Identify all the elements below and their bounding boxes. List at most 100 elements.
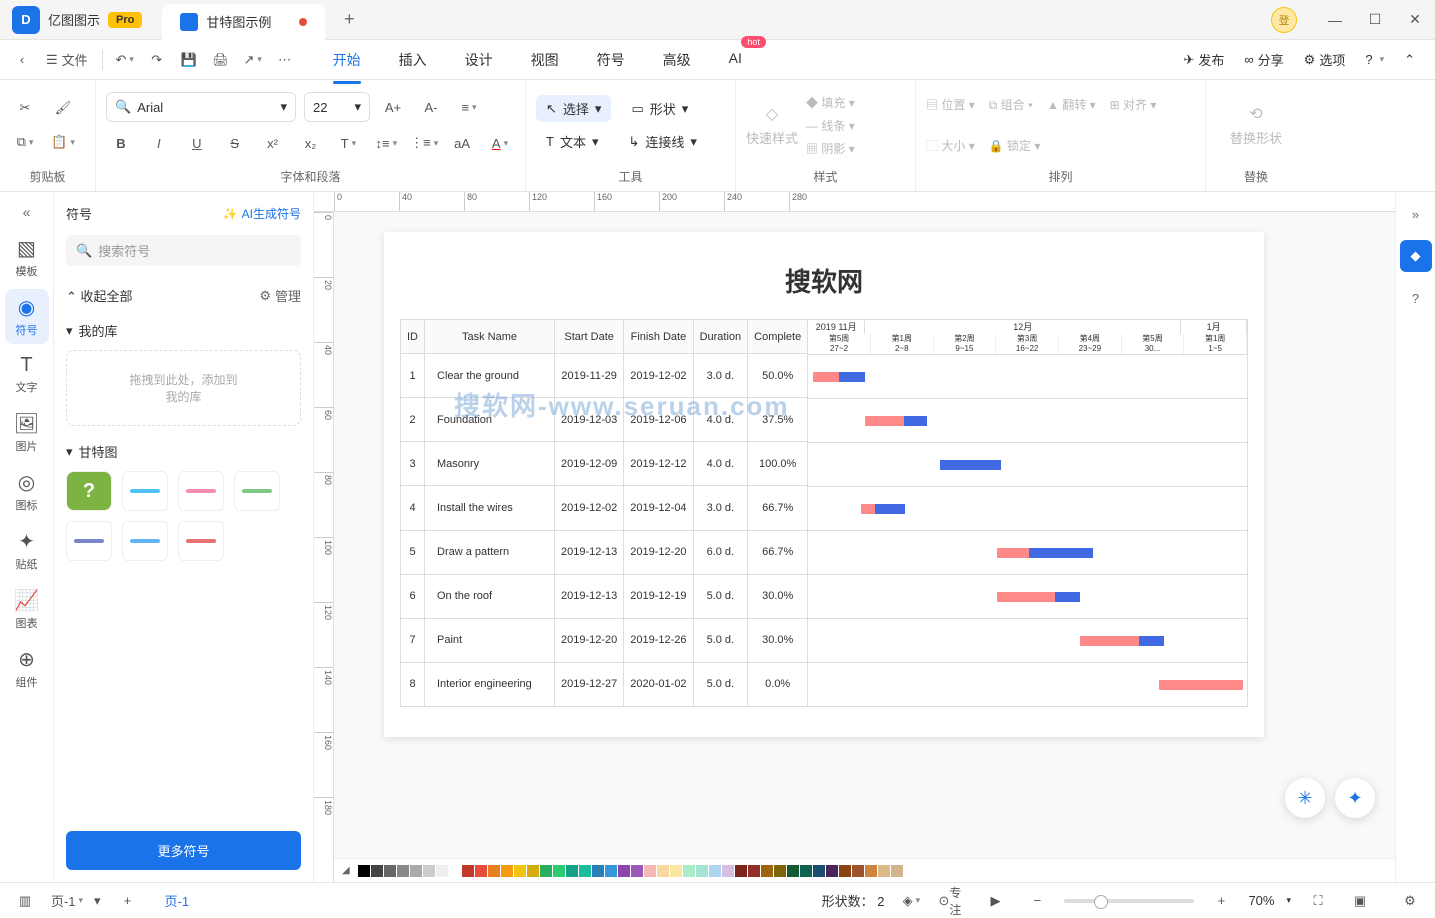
save-button[interactable]: 💾 xyxy=(175,46,203,74)
color-swatch[interactable] xyxy=(722,865,734,877)
color-swatch[interactable] xyxy=(358,865,370,877)
zoom-level[interactable]: 70% xyxy=(1248,893,1274,908)
color-swatch[interactable] xyxy=(813,865,825,877)
more-symbols-button[interactable]: 更多符号 xyxy=(66,831,301,870)
flip-button[interactable]: ▲ 翻转 ▾ xyxy=(1047,96,1096,113)
increase-font-button[interactable]: A+ xyxy=(378,92,408,122)
gantt-row[interactable] xyxy=(808,354,1247,398)
color-swatch[interactable] xyxy=(865,865,877,877)
fullscreen-button[interactable]: ▣ xyxy=(1345,886,1375,916)
symbol-search-input[interactable]: 🔍 搜索符号 xyxy=(66,235,301,266)
format-painter-button[interactable]: 🖌 xyxy=(48,93,78,123)
gantt-section[interactable]: ▾ 甘特图 xyxy=(66,442,301,461)
connector-tool-button[interactable]: ↳ 连接线 ▾ xyxy=(619,128,707,155)
leftbar-icon[interactable]: ◎图标 xyxy=(5,464,49,519)
color-swatch[interactable] xyxy=(800,865,812,877)
text-direction-button[interactable]: T xyxy=(333,128,363,158)
gantt-row[interactable] xyxy=(808,442,1247,486)
bold-button[interactable]: B xyxy=(106,128,136,158)
menu-view[interactable]: 视图 xyxy=(531,46,559,74)
subscript-button[interactable]: x₂ xyxy=(296,128,326,158)
gantt-row[interactable] xyxy=(808,574,1247,618)
bullet-list-button[interactable]: ⋮≡ xyxy=(409,128,439,158)
help-button[interactable]: ? xyxy=(1365,52,1384,67)
color-swatch[interactable] xyxy=(852,865,864,877)
table-row[interactable]: 2Foundation2019-12-032019-12-064.0 d.37.… xyxy=(401,398,808,442)
leftbar-template[interactable]: ▧模板 xyxy=(5,230,49,285)
document-title[interactable]: 搜软网 xyxy=(400,262,1248,299)
options-button[interactable]: ⚙ 选项 xyxy=(1304,50,1346,69)
right-help-button[interactable]: ? xyxy=(1400,282,1432,314)
present-button[interactable]: ▶ xyxy=(980,886,1010,916)
table-row[interactable]: 7Paint2019-12-202019-12-265.0 d.30.0% xyxy=(401,618,808,662)
color-swatch[interactable] xyxy=(839,865,851,877)
assist-button[interactable]: ✳ xyxy=(1285,778,1325,818)
color-swatch[interactable] xyxy=(592,865,604,877)
export-button[interactable]: ↗ xyxy=(239,46,267,74)
color-swatch[interactable] xyxy=(384,865,396,877)
color-swatch[interactable] xyxy=(657,865,669,877)
font-color-button[interactable]: A xyxy=(485,128,515,158)
lock-button[interactable]: 🔒 锁定 ▾ xyxy=(989,137,1041,154)
minimize-button[interactable]: — xyxy=(1315,12,1355,28)
color-swatch[interactable] xyxy=(735,865,747,877)
gantt-chart[interactable]: IDTask NameStart DateFinish DateDuration… xyxy=(400,319,1248,707)
gantt-row[interactable] xyxy=(808,530,1247,574)
share-button[interactable]: ∞ 分享 xyxy=(1244,50,1283,69)
decrease-font-button[interactable]: A- xyxy=(416,92,446,122)
layers-button[interactable]: ◈ xyxy=(896,886,926,916)
size-button[interactable]: ⬚ 大小 ▾ xyxy=(926,137,975,154)
color-swatch[interactable] xyxy=(826,865,838,877)
color-swatch[interactable] xyxy=(397,865,409,877)
zoom-slider[interactable] xyxy=(1064,899,1194,903)
back-button[interactable]: ‹ xyxy=(8,46,36,74)
manage-button[interactable]: ⚙ 管理 xyxy=(259,286,301,305)
table-row[interactable]: 1Clear the ground2019-11-292019-12-023.0… xyxy=(401,354,808,398)
color-swatch[interactable] xyxy=(618,865,630,877)
color-swatch[interactable] xyxy=(761,865,773,877)
more-qat-button[interactable]: ⋯ xyxy=(271,46,299,74)
page-list-button[interactable]: ▥ xyxy=(10,886,40,916)
settings-status-button[interactable]: ⚙ xyxy=(1395,886,1425,916)
ai-float-button[interactable]: ✦ xyxy=(1335,778,1375,818)
shape-tool-button[interactable]: ▭ 形状 ▾ xyxy=(621,95,698,122)
page-select[interactable]: 页-1 xyxy=(52,886,82,916)
palette-picker-icon[interactable]: ◢ xyxy=(342,865,358,876)
zoom-in-button[interactable]: + xyxy=(1206,886,1236,916)
superscript-button[interactable]: x² xyxy=(258,128,288,158)
leftbar-text[interactable]: T文字 xyxy=(5,348,49,401)
symbol-thumb[interactable] xyxy=(178,521,224,561)
publish-button[interactable]: ✈ 发布 xyxy=(1183,50,1224,69)
color-swatch[interactable] xyxy=(683,865,695,877)
align-h-button[interactable]: ≡ xyxy=(454,92,484,122)
color-swatch[interactable] xyxy=(891,865,903,877)
collapse-leftbar-button[interactable]: « xyxy=(23,198,31,226)
fill-button[interactable]: ◆ 填充 ▾ xyxy=(806,94,855,111)
color-swatch[interactable] xyxy=(423,865,435,877)
zoom-out-button[interactable]: − xyxy=(1022,886,1052,916)
quickstyle-button[interactable]: 快速样式 xyxy=(746,128,798,147)
gantt-row[interactable] xyxy=(808,662,1247,706)
copy-button[interactable]: ⧉ xyxy=(10,127,40,157)
login-button[interactable]: 登 xyxy=(1271,7,1297,33)
color-swatch[interactable] xyxy=(488,865,500,877)
drop-zone[interactable]: 拖拽到此处，添加到 我的库 xyxy=(66,350,301,426)
menu-advanced[interactable]: 高级 xyxy=(663,46,691,74)
print-button[interactable]: 🖨 xyxy=(207,46,235,74)
gantt-row[interactable] xyxy=(808,398,1247,442)
table-row[interactable]: 3Masonry2019-12-092019-12-124.0 d.100.0% xyxy=(401,442,808,486)
group-button[interactable]: ⧉ 组合 ▾ xyxy=(989,96,1033,113)
align-button[interactable]: ⊞ 对齐 ▾ xyxy=(1110,96,1157,113)
canvas[interactable]: 搜软网 搜软网-www.seruan.com IDTask NameStart … xyxy=(334,212,1395,858)
color-swatch[interactable] xyxy=(787,865,799,877)
color-swatch[interactable] xyxy=(878,865,890,877)
paste-button[interactable]: 📋 xyxy=(48,127,78,157)
table-row[interactable]: 5Draw a pattern2019-12-132019-12-206.0 d… xyxy=(401,530,808,574)
color-swatch[interactable] xyxy=(748,865,760,877)
color-swatch[interactable] xyxy=(527,865,539,877)
cut-button[interactable]: ✂ xyxy=(10,93,40,123)
color-swatch[interactable] xyxy=(696,865,708,877)
color-swatch[interactable] xyxy=(774,865,786,877)
replace-shape-button[interactable]: 替换形状 xyxy=(1230,128,1282,147)
focus-mode-button[interactable]: ⊙ 专注 xyxy=(938,886,968,916)
